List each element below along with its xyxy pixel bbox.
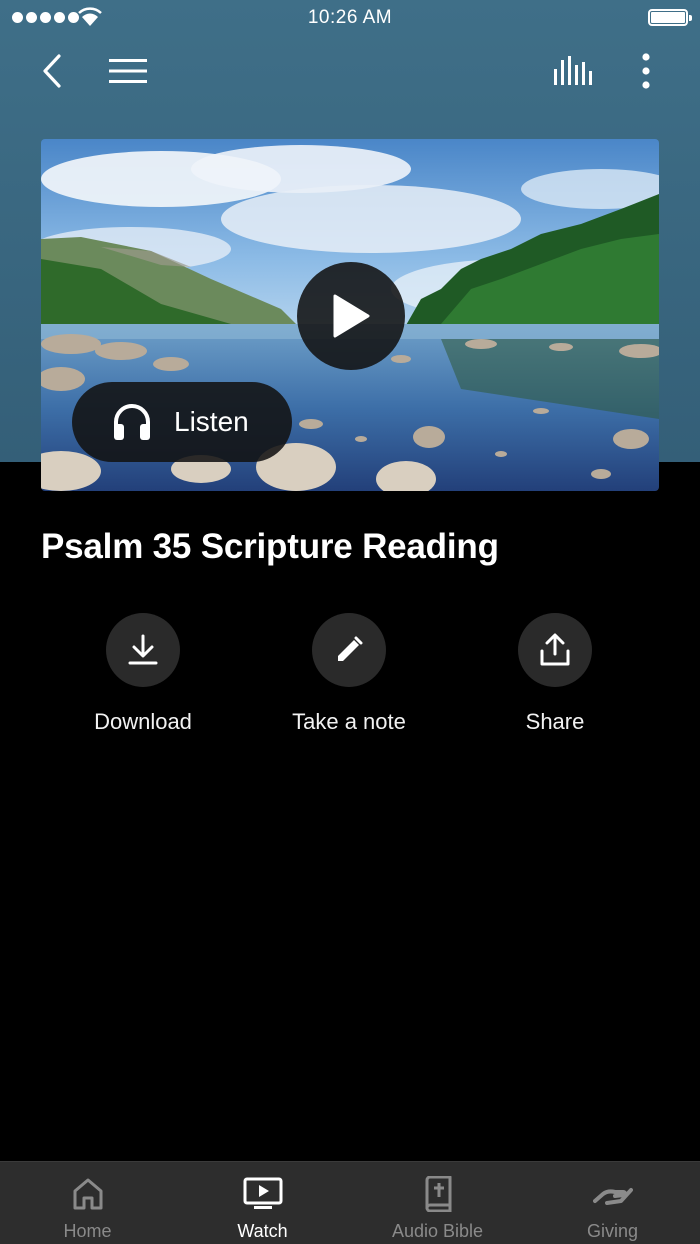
headphones-icon bbox=[114, 404, 150, 440]
equalizer-icon bbox=[554, 56, 592, 85]
status-bar: 10:26 AM bbox=[0, 0, 700, 36]
share-circle bbox=[518, 613, 592, 687]
hero-image: Listen bbox=[41, 139, 659, 491]
share-label: Share bbox=[525, 709, 585, 734]
more-options-button[interactable] bbox=[626, 48, 666, 94]
tab-giving[interactable]: Giving bbox=[525, 1162, 700, 1244]
battery-icon bbox=[648, 9, 692, 26]
tab-home[interactable]: Home bbox=[0, 1162, 175, 1244]
more-vertical-icon bbox=[642, 53, 650, 89]
tv-play-icon bbox=[243, 1177, 282, 1209]
back-button[interactable] bbox=[30, 48, 74, 94]
play-icon bbox=[333, 294, 370, 338]
menu-button[interactable] bbox=[100, 48, 156, 94]
note-circle bbox=[312, 613, 386, 687]
take-note-button[interactable]: Take a note bbox=[249, 613, 449, 735]
audio-levels-button[interactable] bbox=[546, 48, 600, 94]
status-time: 10:26 AM bbox=[307, 7, 393, 28]
giving-hand-icon bbox=[592, 1188, 633, 1205]
tab-home-label: Home bbox=[63, 1221, 112, 1241]
listen-label: Listen bbox=[174, 406, 249, 437]
take-note-label: Take a note bbox=[292, 709, 406, 734]
page-title: Psalm 35 Scripture Reading bbox=[41, 527, 499, 566]
tab-bar: Home Watch Audio Bible Giving bbox=[0, 1161, 700, 1244]
share-button[interactable]: Share bbox=[455, 613, 655, 735]
tab-watch-label: Watch bbox=[237, 1221, 288, 1241]
hamburger-menu-icon bbox=[109, 59, 147, 83]
download-circle bbox=[106, 613, 180, 687]
download-label: Download bbox=[94, 709, 192, 734]
download-button[interactable]: Download bbox=[43, 613, 243, 735]
tab-watch[interactable]: Watch bbox=[175, 1162, 350, 1244]
tab-audio-bible-label: Audio Bible bbox=[391, 1221, 484, 1241]
tab-giving-label: Giving bbox=[586, 1221, 639, 1241]
pencil-icon bbox=[338, 636, 363, 661]
share-icon bbox=[540, 633, 570, 666]
chevron-left-icon bbox=[43, 54, 61, 88]
download-icon bbox=[128, 634, 158, 665]
tab-audio-bible[interactable]: Audio Bible bbox=[350, 1162, 525, 1244]
play-button[interactable] bbox=[297, 262, 405, 370]
home-icon bbox=[73, 1178, 102, 1210]
listen-button[interactable]: Listen bbox=[72, 382, 292, 462]
bible-icon bbox=[425, 1176, 451, 1212]
